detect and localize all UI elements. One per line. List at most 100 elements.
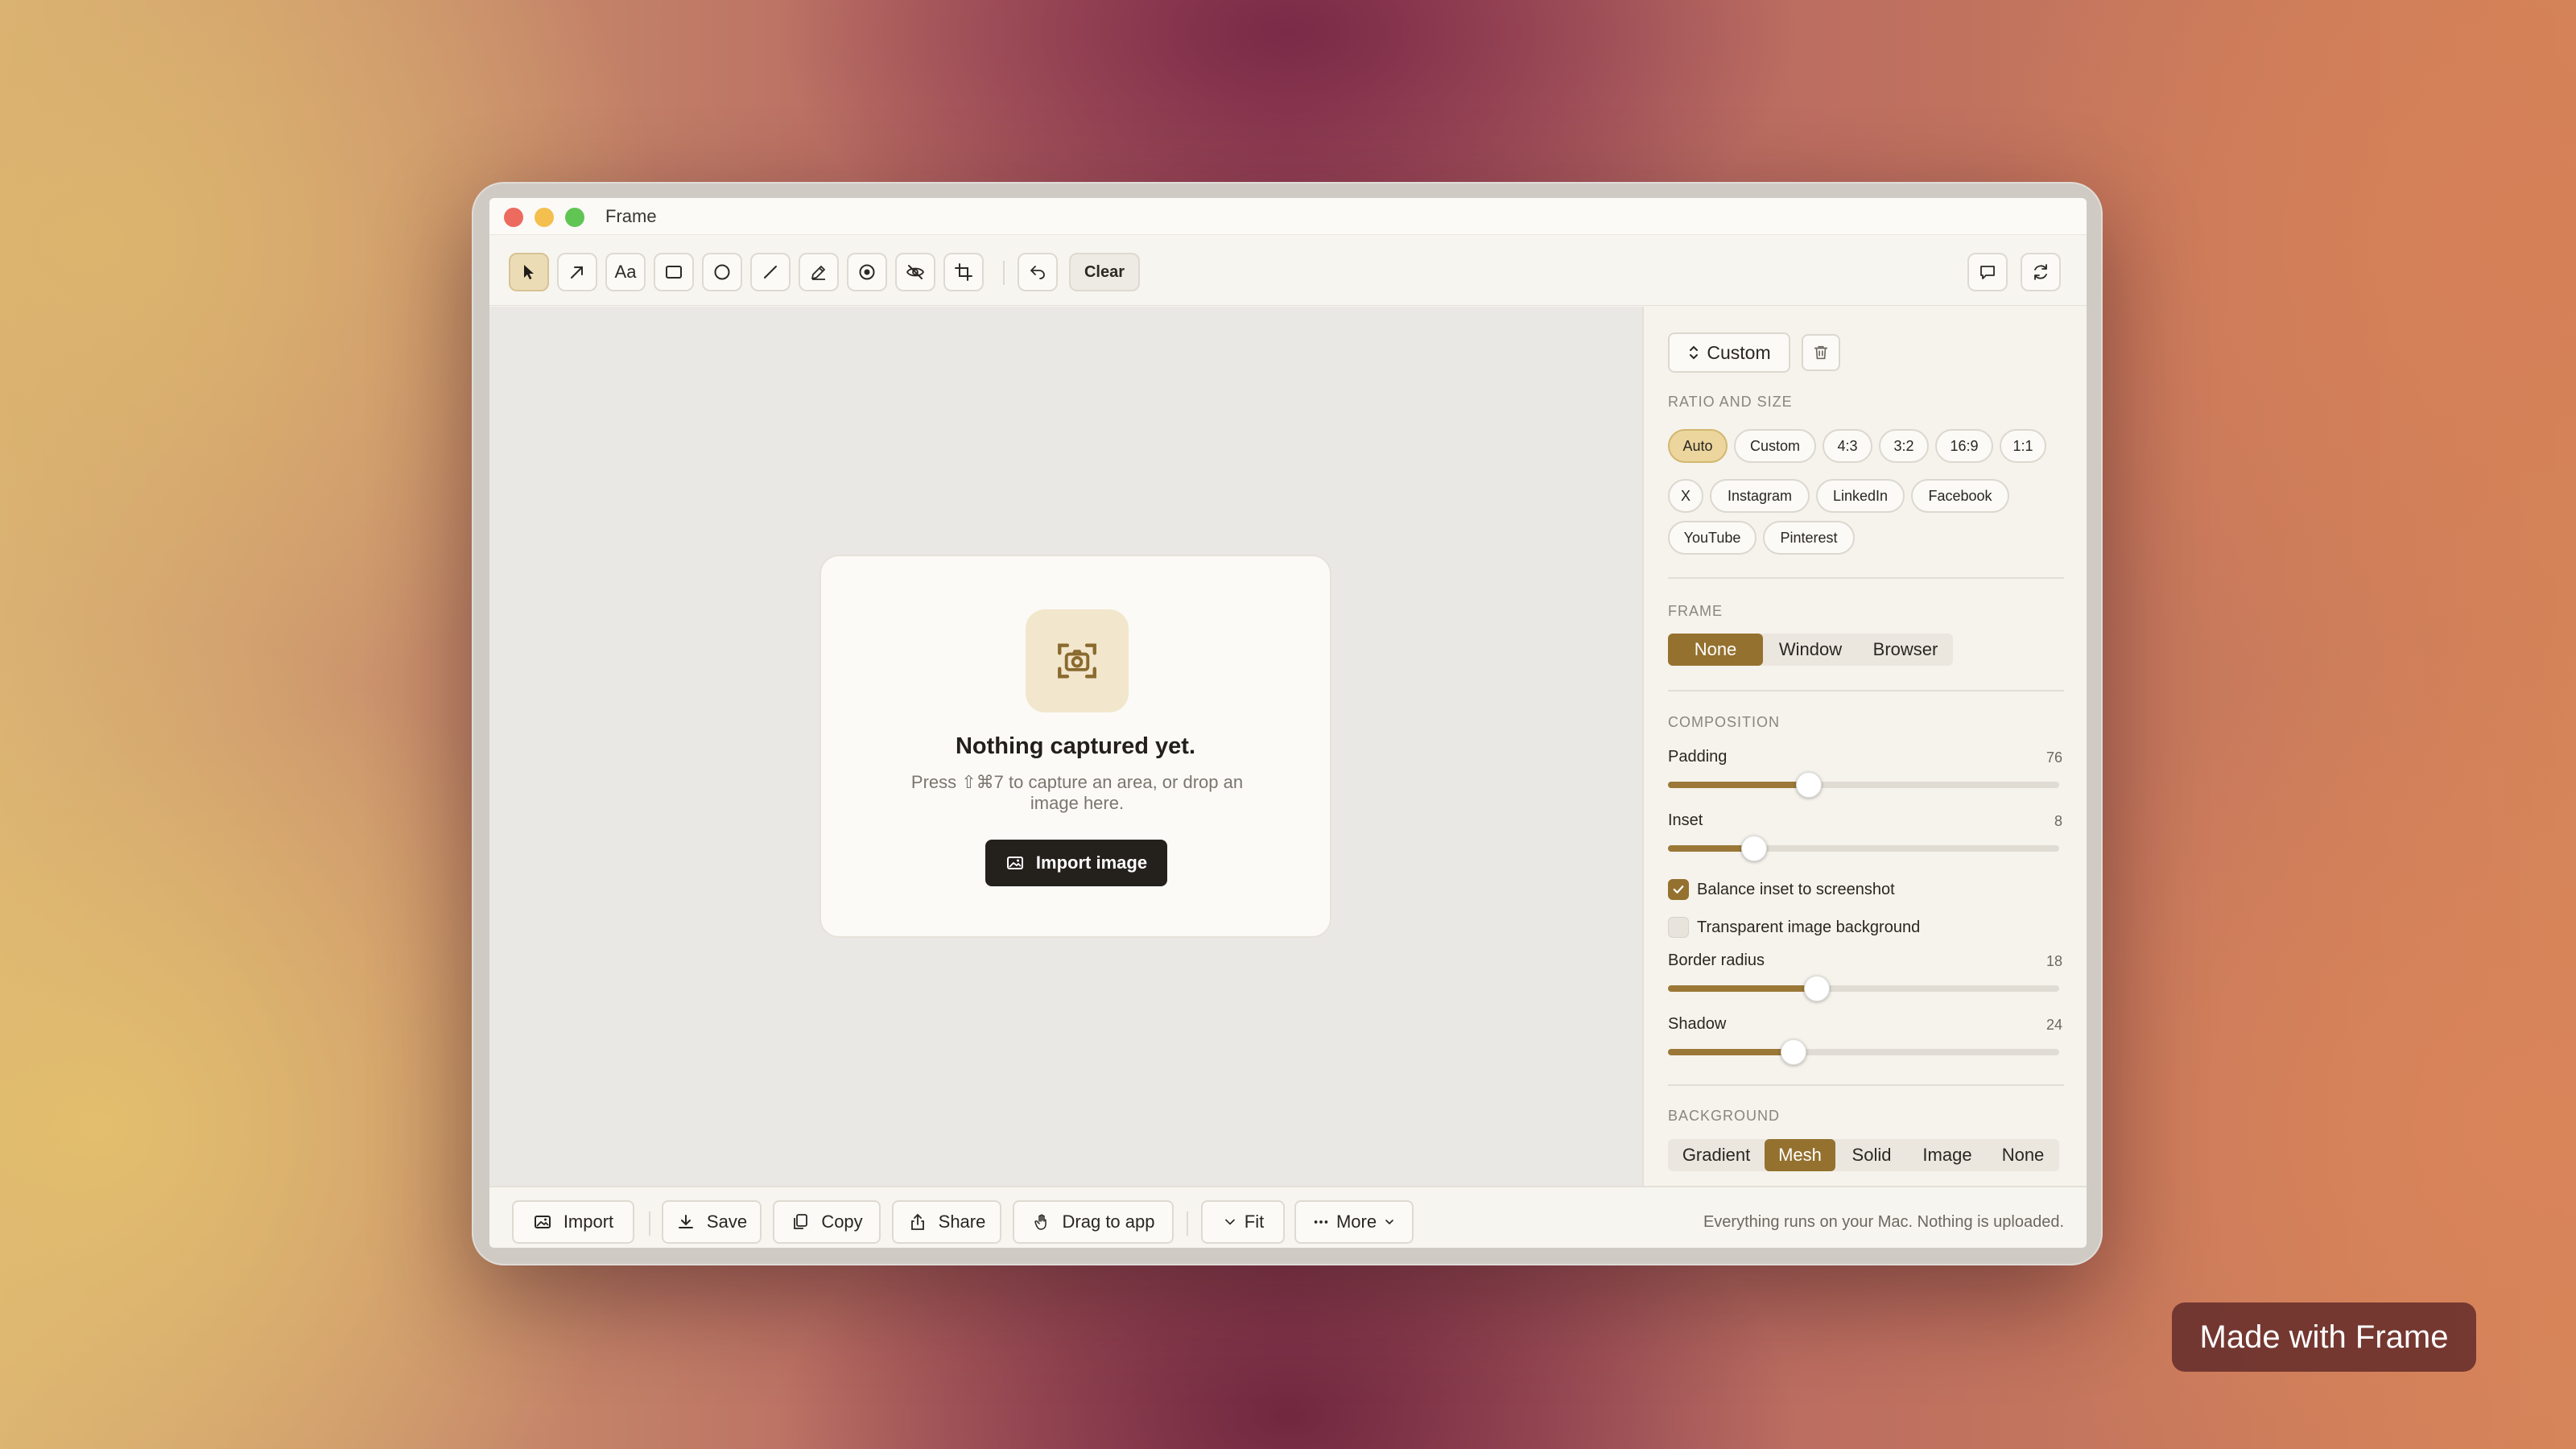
background-option-mesh[interactable]: Mesh	[1765, 1139, 1835, 1171]
titlebar: Frame	[489, 198, 2087, 235]
ratio-chip-custom[interactable]: Custom	[1734, 429, 1816, 463]
import-image-button[interactable]: Import image	[985, 840, 1167, 886]
more-menu-button[interactable]: More	[1294, 1200, 1414, 1244]
rectangle-tool-button[interactable]	[654, 253, 694, 291]
toolbar-divider	[1003, 261, 1005, 285]
frame-option-window[interactable]: Window	[1763, 634, 1858, 666]
crop-icon	[955, 263, 972, 281]
share-button[interactable]: Share	[892, 1200, 1001, 1244]
fit-button[interactable]: Fit	[1201, 1200, 1285, 1244]
social-chip-youtube[interactable]: YouTube	[1668, 521, 1757, 555]
copy-button[interactable]: Copy	[773, 1200, 881, 1244]
circle-icon	[714, 264, 730, 280]
shadow-label: Shadow	[1668, 1015, 1727, 1033]
inset-value: 8	[2054, 813, 2062, 829]
copy-icon	[794, 1214, 808, 1229]
background-option-image[interactable]: Image	[1908, 1139, 1987, 1171]
background-option-none[interactable]: None	[1987, 1139, 2059, 1171]
close-window-button[interactable]	[504, 208, 523, 227]
select-tool-button[interactable]	[509, 253, 549, 291]
crop-tool-button[interactable]	[943, 253, 984, 291]
share-icon	[910, 1213, 924, 1230]
fit-label: Fit	[1244, 1212, 1265, 1232]
transparent-bg-checkbox[interactable]	[1668, 917, 1689, 938]
ratio-chip-3-2[interactable]: 3:2	[1879, 429, 1929, 463]
line-tool-button[interactable]	[750, 253, 791, 291]
line-icon	[764, 266, 777, 279]
refresh-button[interactable]	[2021, 253, 2061, 291]
capture-icon-tile	[1026, 609, 1129, 712]
feedback-button[interactable]	[1967, 253, 2008, 291]
background-segmented-control: Gradient Mesh Solid Image None	[1668, 1139, 2059, 1171]
slider-thumb[interactable]	[1780, 1039, 1806, 1065]
background-option-gradient[interactable]: Gradient	[1668, 1139, 1765, 1171]
ratio-chip-16-9[interactable]: 16:9	[1935, 429, 1993, 463]
annotation-toolbar: Aa Clear	[489, 235, 2087, 306]
slider-thumb[interactable]	[1803, 976, 1830, 1001]
image-icon	[534, 1216, 551, 1228]
undo-icon	[1030, 266, 1045, 279]
frame-option-browser[interactable]: Browser	[1858, 634, 1953, 666]
ellipse-tool-button[interactable]	[702, 253, 742, 291]
import-button[interactable]: Import	[512, 1200, 634, 1244]
inset-label: Inset	[1668, 811, 1703, 829]
chevron-down-icon	[1385, 1220, 1393, 1225]
border-radius-slider[interactable]	[1668, 976, 2059, 1001]
bottombar-divider	[1187, 1212, 1188, 1236]
panel-divider	[1668, 1084, 2064, 1086]
panel-divider	[1668, 690, 2064, 691]
chat-bubble-icon	[1980, 266, 1995, 279]
pen-icon	[811, 266, 825, 280]
minimize-window-button[interactable]	[535, 208, 554, 227]
zoom-window-button[interactable]	[565, 208, 584, 227]
shadow-value: 24	[2046, 1017, 2062, 1033]
save-button[interactable]: Save	[662, 1200, 762, 1244]
drag-to-app-button[interactable]: Drag to app	[1013, 1200, 1174, 1244]
copy-label: Copy	[821, 1212, 863, 1232]
social-chip-instagram[interactable]: Instagram	[1710, 479, 1810, 513]
slider-thumb[interactable]	[1740, 836, 1767, 861]
social-chip-x[interactable]: X	[1668, 479, 1703, 513]
ratio-chip-1-1[interactable]: 1:1	[2000, 429, 2046, 463]
window-title: Frame	[605, 206, 657, 226]
ratio-chip-4-3[interactable]: 4:3	[1823, 429, 1872, 463]
target-icon	[859, 264, 875, 280]
privacy-note: Everything runs on your Mac. Nothing is …	[1703, 1213, 2064, 1231]
social-chip-pinterest[interactable]: Pinterest	[1763, 521, 1855, 555]
padding-slider[interactable]	[1668, 772, 2059, 798]
rectangle-icon	[666, 266, 682, 279]
eye-off-icon	[906, 265, 925, 279]
ratio-chip-auto[interactable]: Auto	[1668, 429, 1728, 463]
made-with-frame-badge: Made with Frame	[2172, 1302, 2476, 1372]
delete-preset-button[interactable]	[1802, 334, 1840, 371]
text-icon: Aa	[614, 262, 637, 282]
background-option-solid[interactable]: Solid	[1835, 1139, 1908, 1171]
share-label: Share	[938, 1212, 986, 1232]
frame-section-label: FRAME	[1668, 603, 1723, 619]
frame-option-none[interactable]: None	[1668, 634, 1763, 666]
text-tool-button[interactable]: Aa	[605, 253, 646, 291]
inset-slider[interactable]	[1668, 836, 2059, 861]
shadow-slider[interactable]	[1668, 1039, 2059, 1065]
drag-hand-icon	[1034, 1214, 1046, 1230]
balance-inset-checkbox[interactable]	[1668, 879, 1689, 900]
canvas-area[interactable]: Nothing captured yet. Press ⇧⌘7 to captu…	[489, 307, 1642, 1186]
pen-tool-button[interactable]	[799, 253, 839, 291]
clear-button[interactable]: Clear	[1069, 253, 1140, 291]
balance-inset-label: Balance inset to screenshot	[1697, 881, 1895, 898]
arrow-tool-button[interactable]	[557, 253, 597, 291]
image-icon	[1006, 857, 1023, 869]
preset-select[interactable]: Custom	[1668, 332, 1790, 373]
counter-tool-button[interactable]	[847, 253, 887, 291]
bottombar-divider	[649, 1212, 650, 1236]
undo-button[interactable]	[1018, 253, 1058, 291]
settings-panel: Custom RATIO AND SIZE Auto Custom 4:3 3:…	[1642, 307, 2087, 1186]
redact-tool-button[interactable]	[895, 253, 935, 291]
social-chip-linkedin[interactable]: LinkedIn	[1816, 479, 1905, 513]
social-chip-facebook[interactable]: Facebook	[1911, 479, 2009, 513]
empty-state-title: Nothing captured yet.	[955, 733, 1196, 759]
bottom-action-bar: Import Save Copy Share Drag to app Fit M…	[489, 1186, 2087, 1248]
panel-divider	[1668, 577, 2064, 579]
slider-thumb[interactable]	[1795, 772, 1822, 798]
app-window: Frame Aa Clear Nothing captured yet. Pre…	[489, 198, 2087, 1248]
